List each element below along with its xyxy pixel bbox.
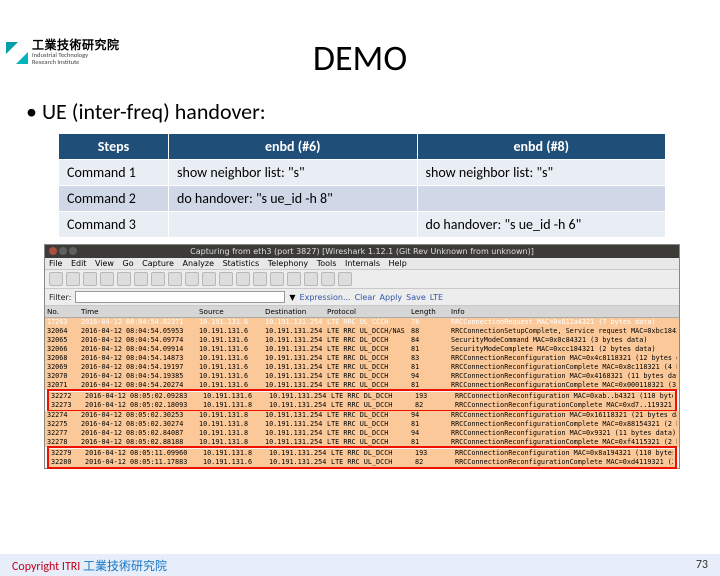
filter-lte[interactable]: LTE — [430, 293, 443, 302]
toolbar-button[interactable] — [117, 272, 131, 286]
th-enbd6: enbd (#6) — [169, 134, 418, 160]
toolbar-button[interactable] — [151, 272, 165, 286]
highlight-box: 322792016-04-12 08:05:11.0996010.191.131… — [47, 446, 677, 469]
toolbar-button[interactable] — [168, 272, 182, 286]
window-controls[interactable] — [49, 247, 77, 255]
menu-help[interactable]: Help — [389, 259, 407, 268]
window-title: Capturing from eth3 (port 3827) [Wiresha… — [190, 247, 534, 256]
copyright-org: 工業技術研究院 — [83, 560, 167, 574]
toolbar-button[interactable] — [253, 272, 267, 286]
packet-row[interactable]: 172632016-04-12 08:04:54.0237110.191.131… — [45, 318, 679, 327]
toolbar-button[interactable] — [304, 272, 318, 286]
menu-edit[interactable]: Edit — [71, 259, 87, 268]
filter-apply[interactable]: Apply — [380, 293, 403, 302]
menu-bar[interactable]: File Edit View Go Capture Analyze Statis… — [45, 258, 679, 270]
packet-row[interactable]: 322742016-04-12 08:05:02.3025310.191.131… — [45, 411, 679, 420]
logo-icon — [6, 42, 28, 64]
packet-row[interactable]: 322792016-04-12 08:05:11.0996010.191.131… — [49, 449, 675, 458]
th-steps: Steps — [59, 134, 169, 160]
menu-statistics[interactable]: Statistics — [223, 259, 260, 268]
filter-save[interactable]: Save — [406, 293, 426, 302]
menu-analyze[interactable]: Analyze — [183, 259, 215, 268]
filter-label: Filter: — [49, 293, 71, 302]
packet-row[interactable]: 320642016-04-12 08:04:54.0595310.191.131… — [45, 327, 679, 336]
menu-capture[interactable]: Capture — [142, 259, 174, 268]
col-dest[interactable]: Destination — [265, 307, 327, 316]
toolbar-button[interactable] — [100, 272, 114, 286]
highlight-box: 322722016-04-12 08:05:02.0928310.191.131… — [47, 389, 677, 412]
toolbar-button[interactable] — [66, 272, 80, 286]
packet-row[interactable]: 320652016-04-12 08:04:54.0977410.191.131… — [45, 336, 679, 345]
packet-row[interactable]: 322802016-04-12 08:05:11.1788310.191.131… — [49, 458, 675, 467]
packet-header-row[interactable]: No. Time Source Destination Protocol Len… — [45, 306, 679, 318]
col-length[interactable]: Length — [411, 307, 451, 316]
packet-row[interactable]: 320662016-04-12 08:04:54.0991410.191.131… — [45, 345, 679, 354]
cell-c6: do handover: "s ue_id -h 8" — [169, 186, 418, 212]
packet-row[interactable]: 320702016-04-12 08:04:54.1938510.191.131… — [45, 372, 679, 381]
cell-c8: show neighbor list: "s" — [417, 160, 666, 186]
commands-table: Steps enbd (#6) enbd (#8) Command 1 show… — [58, 133, 666, 238]
logo-text-en2: Research Institute — [32, 59, 120, 66]
packet-row[interactable]: 322752016-04-12 08:05:02.3027410.191.131… — [45, 420, 679, 429]
toolbar-button[interactable] — [185, 272, 199, 286]
menu-view[interactable]: View — [95, 259, 114, 268]
window-titlebar[interactable]: Capturing from eth3 (port 3827) [Wiresha… — [45, 245, 679, 258]
cell-c8 — [417, 186, 666, 212]
packet-row[interactable]: 320682016-04-12 08:04:54.1487310.191.131… — [45, 354, 679, 363]
cell-c8: do handover: "s ue_id -h 6" — [417, 212, 666, 238]
toolbar-button[interactable] — [236, 272, 250, 286]
cell-step: Command 3 — [59, 212, 169, 238]
table-row: Command 1 show neighbor list: "s" show n… — [59, 160, 666, 186]
col-info[interactable]: Info — [451, 307, 677, 316]
col-source[interactable]: Source — [199, 307, 265, 316]
toolbar-button[interactable] — [202, 272, 216, 286]
logo: 工業技術研究院 Industrial Technology Research I… — [6, 40, 120, 65]
cell-c6: show neighbor list: "s" — [169, 160, 418, 186]
toolbar-button[interactable] — [321, 272, 335, 286]
toolbar-button[interactable] — [287, 272, 301, 286]
menu-tools[interactable]: Tools — [317, 259, 337, 268]
packet-list[interactable]: 172632016-04-12 08:04:54.0237110.191.131… — [45, 318, 679, 469]
col-protocol[interactable]: Protocol — [327, 307, 411, 316]
footer: Copyright ITRI 工業技術研究院 73 — [0, 554, 720, 576]
th-enbd8: enbd (#8) — [417, 134, 666, 160]
col-time[interactable]: Time — [81, 307, 199, 316]
toolbar-button[interactable] — [270, 272, 284, 286]
toolbar[interactable] — [45, 270, 679, 289]
copyright-text: Copyright ITRI — [12, 560, 80, 574]
dropdown-icon[interactable]: ▼ — [289, 293, 295, 302]
packet-row[interactable]: 322782016-04-12 08:05:02.8818810.191.131… — [45, 438, 679, 447]
toolbar-button[interactable] — [134, 272, 148, 286]
cell-c6 — [169, 212, 418, 238]
packet-row[interactable]: 320692016-04-12 08:04:54.1919710.191.131… — [45, 363, 679, 372]
table-row: Command 2 do handover: "s ue_id -h 8" — [59, 186, 666, 212]
menu-go[interactable]: Go — [123, 259, 134, 268]
toolbar-button[interactable] — [83, 272, 97, 286]
wireshark-window: Capturing from eth3 (port 3827) [Wiresha… — [44, 244, 680, 469]
filter-bar[interactable]: Filter: ▼ Expression... Clear Apply Save… — [45, 289, 679, 306]
page-number: 73 — [696, 558, 708, 572]
packet-row[interactable]: 320712016-04-12 08:04:54.2027410.191.131… — [45, 381, 679, 390]
cell-step: Command 1 — [59, 160, 169, 186]
bullet-handover: UE (inter-freq) handover: — [26, 98, 720, 125]
packet-row[interactable]: 322722016-04-12 08:05:02.0928310.191.131… — [49, 392, 675, 401]
packet-row[interactable]: 322772016-04-12 08:05:02.8408710.191.131… — [45, 429, 679, 438]
menu-telephony[interactable]: Telephony — [268, 259, 308, 268]
menu-file[interactable]: File — [49, 259, 62, 268]
table-row: Command 3 do handover: "s ue_id -h 6" — [59, 212, 666, 238]
cell-step: Command 2 — [59, 186, 169, 212]
toolbar-button[interactable] — [49, 272, 63, 286]
toolbar-button[interactable] — [338, 272, 352, 286]
filter-input[interactable] — [75, 291, 285, 303]
packet-row[interactable]: 322732016-04-12 08:05:02.1809310.191.131… — [49, 401, 675, 410]
toolbar-button[interactable] — [219, 272, 233, 286]
col-no[interactable]: No. — [47, 307, 81, 316]
menu-internals[interactable]: Internals — [345, 259, 380, 268]
filter-clear[interactable]: Clear — [355, 293, 376, 302]
filter-expression[interactable]: Expression... — [300, 293, 351, 302]
